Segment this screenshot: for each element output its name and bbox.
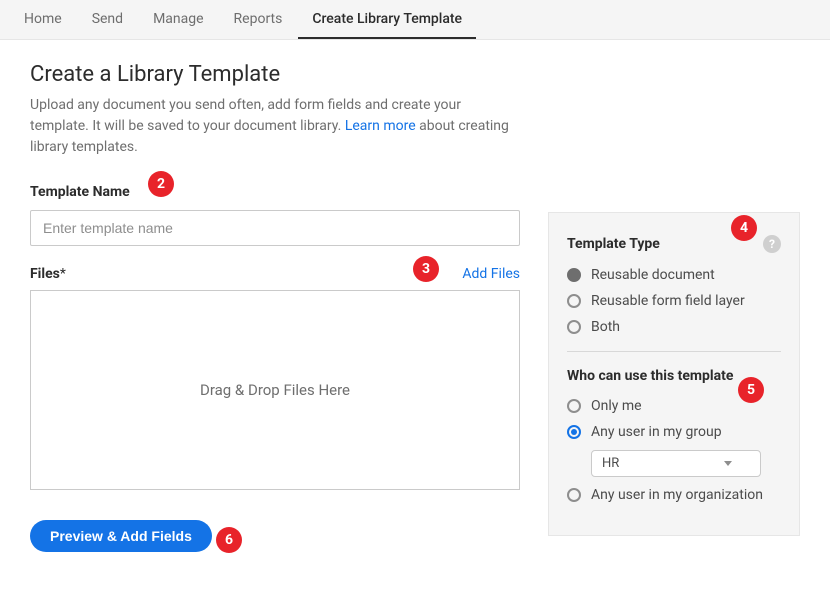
radio-only-me[interactable]: Only me [567, 398, 781, 414]
radio-label: Any user in my group [591, 424, 722, 440]
chevron-down-icon [724, 461, 732, 466]
preview-add-fields-button[interactable]: Preview & Add Fields [30, 520, 212, 552]
radio-label: Only me [591, 398, 642, 414]
tab-manage[interactable]: Manage [139, 1, 217, 39]
radio-reusable-document[interactable]: Reusable document [567, 267, 781, 283]
add-files-link[interactable]: Add Files [462, 266, 520, 282]
radio-label: Any user in my organization [591, 487, 763, 503]
template-name-label: Template Name [30, 184, 520, 200]
template-type-title: Template Type [567, 236, 660, 252]
tab-send[interactable]: Send [78, 1, 137, 39]
radio-icon [567, 399, 581, 413]
page-title: Create a Library Template [30, 62, 520, 87]
radio-label: Both [591, 319, 620, 335]
file-dropzone[interactable]: Drag & Drop Files Here [30, 290, 520, 490]
radio-any-user-group[interactable]: Any user in my group [567, 424, 781, 440]
group-select-value: HR [602, 456, 619, 471]
files-label: Files* [30, 266, 66, 282]
dropzone-text: Drag & Drop Files Here [200, 381, 350, 399]
divider [567, 351, 781, 352]
side-panel: Template Type ? Reusable document Reusab… [548, 212, 800, 536]
tab-reports[interactable]: Reports [220, 1, 297, 39]
help-icon[interactable]: ? [763, 235, 781, 253]
radio-reusable-form-field-layer[interactable]: Reusable form field layer [567, 293, 781, 309]
group-select[interactable]: HR [591, 450, 761, 477]
access-title: Who can use this template [567, 368, 781, 384]
radio-icon [567, 294, 581, 308]
radio-label: Reusable document [591, 267, 715, 283]
radio-icon [567, 320, 581, 334]
radio-any-user-org[interactable]: Any user in my organization [567, 487, 781, 503]
radio-icon [567, 268, 581, 282]
radio-label: Reusable form field layer [591, 293, 745, 309]
radio-icon [567, 488, 581, 502]
tab-home[interactable]: Home [10, 1, 76, 39]
radio-both[interactable]: Both [567, 319, 781, 335]
template-name-input[interactable] [30, 210, 520, 246]
page-description: Upload any document you send often, add … [30, 95, 520, 158]
tab-create-library-template[interactable]: Create Library Template [298, 1, 476, 39]
radio-icon [567, 425, 581, 439]
learn-more-link[interactable]: Learn more [345, 118, 416, 134]
top-nav: Home Send Manage Reports Create Library … [0, 0, 830, 40]
